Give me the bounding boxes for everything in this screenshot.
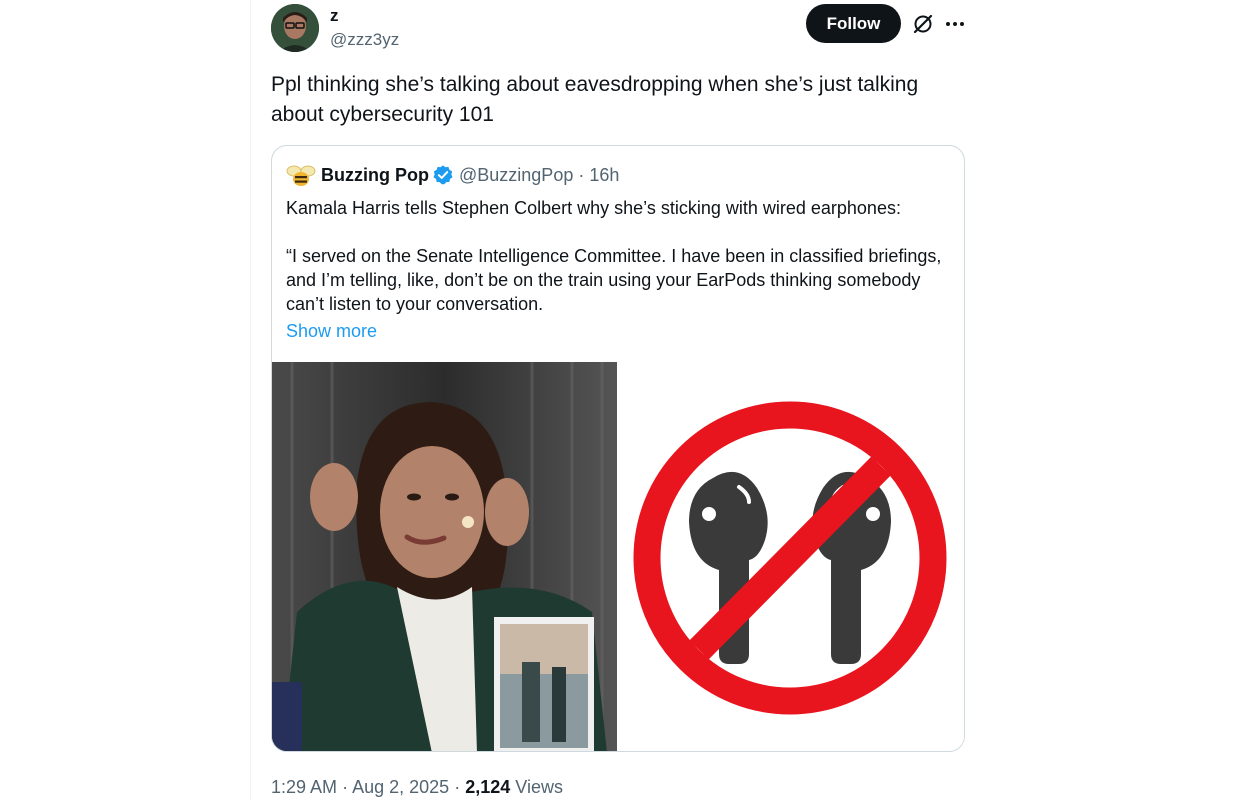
quoted-separator: · [578,165,585,185]
author-avatar[interactable] [271,4,319,52]
tweet-meta: 1:29 AM · Aug 2, 2025 · 2,124 Views [271,775,563,799]
grok-icon[interactable] [911,12,935,36]
tweet-text: Ppl thinking she’s talking about eavesdr… [271,73,919,126]
no-earbuds-image[interactable] [617,362,964,751]
show-more-link[interactable]: Show more [286,319,377,343]
tweet-page: z @zzz3yz Follow Ppl thinking she’s talk… [0,0,1233,800]
quoted-tweet-card[interactable]: Buzzing Pop @BuzzingPop · 16h Kamala Har… [271,145,965,752]
quoted-time[interactable]: 16h [589,165,619,185]
quoted-handle-line: @BuzzingPop · 16h [459,164,619,186]
quoted-handle[interactable]: @BuzzingPop [459,165,573,185]
quoted-text-line1: Kamala Harris tells Stephen Colbert why … [286,198,901,218]
tweet-time[interactable]: 1:29 AM [271,777,337,797]
no-earbuds-icon [633,401,947,715]
column-divider [250,0,251,800]
views-label: Views [515,777,563,797]
meta-separator: · [454,777,461,797]
interview-photo[interactable] [272,362,617,751]
author-display-name[interactable]: z [330,6,339,26]
tweet-date[interactable]: Aug 2, 2025 [352,777,449,797]
bee-icon [286,165,316,186]
quoted-text-quote: “I served on the Senate Intelligence Com… [286,246,942,314]
author-handle[interactable]: @zzz3yz [330,30,399,50]
views-count: 2,124 [465,777,511,797]
meta-separator: · [342,777,349,797]
verified-badge-icon [433,165,453,185]
follow-button[interactable]: Follow [806,4,901,43]
interview-photo-illustration [272,362,617,751]
quoted-display-name[interactable]: Buzzing Pop [321,164,429,186]
more-icon[interactable] [943,12,967,36]
user-avatar-icon [271,4,319,52]
